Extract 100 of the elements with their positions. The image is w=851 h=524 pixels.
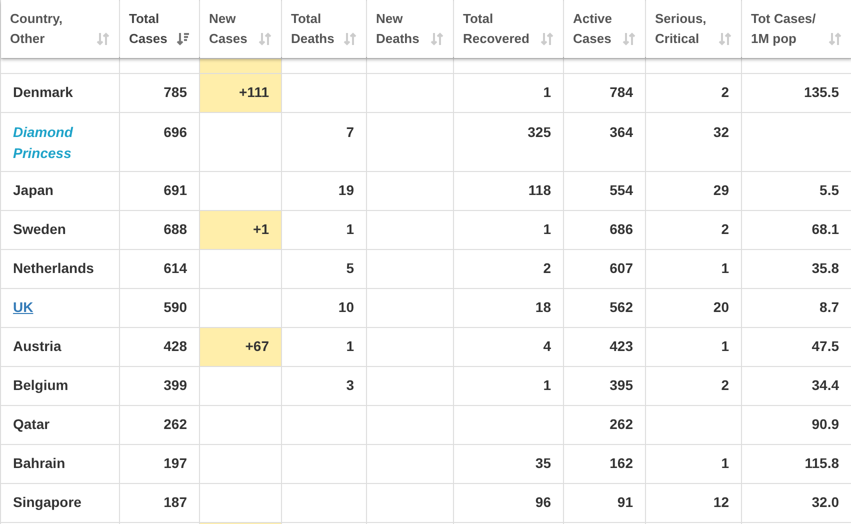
sort-icon — [96, 32, 110, 46]
header-label: New — [376, 10, 404, 28]
table-cell-value: 686 — [610, 221, 633, 237]
column-header[interactable]: Total Deaths — [282, 0, 366, 58]
table-cell-value: 364 — [610, 124, 633, 140]
table-cell-value: 197 — [164, 455, 187, 471]
table-cell-value: 162 — [610, 455, 633, 471]
table-cell-value: +111 — [239, 84, 269, 100]
table-cell-value: 35 — [535, 455, 551, 471]
table-cell-value: 90.9 — [812, 416, 839, 432]
country-name: Japan — [13, 182, 54, 198]
sort-icon — [343, 32, 357, 46]
table-cell-value: 1 — [346, 338, 354, 354]
table-cell-value: 1 — [346, 221, 354, 237]
table-cell-value: 262 — [610, 416, 633, 432]
column-header[interactable]: Total Recovered — [454, 0, 564, 58]
table-cell-value: 2 — [543, 260, 551, 276]
column-header[interactable]: Country, Other — [0, 0, 120, 58]
table-cell-value: 34.4 — [812, 377, 839, 393]
table-cell-value: 187 — [164, 494, 187, 510]
table-cell-value: 47.5 — [812, 338, 839, 354]
table-cell-value: 395 — [610, 377, 633, 393]
header-label: Active — [573, 10, 612, 28]
column-header[interactable]: Serious, Critical — [646, 0, 742, 58]
table-cell-value: 562 — [610, 299, 633, 315]
country-name: Denmark — [13, 84, 73, 100]
table-cell-value: 1 — [721, 338, 729, 354]
table-cell-value: 35.8 — [812, 260, 839, 276]
table-cell-value: 68.1 — [812, 221, 839, 237]
table-cell-value: 3 — [346, 377, 354, 393]
table-cell-value: 2 — [721, 84, 729, 100]
table-cell-value: 262 — [164, 416, 187, 432]
table-cell-value: 696 — [164, 124, 187, 140]
table-cell-value: 1 — [721, 260, 729, 276]
table-cell-value: 423 — [610, 338, 633, 354]
table-cell-value: 115.8 — [804, 455, 839, 471]
country-link[interactable]: UK — [13, 299, 34, 315]
table-cell-value: 5.5 — [820, 182, 839, 198]
table-cell-value: 325 — [528, 124, 551, 140]
table-cell-value: 1 — [543, 377, 551, 393]
table-cell-value: 590 — [164, 299, 187, 315]
sort-icon — [828, 32, 842, 46]
table-cell-value: +1 — [253, 221, 269, 237]
column-header[interactable]: Active Cases — [564, 0, 646, 58]
header-label: Tot Cases/ — [751, 10, 816, 28]
table-cell-value: 1 — [543, 221, 551, 237]
header-label: New — [209, 10, 237, 28]
country-name: Qatar — [13, 416, 50, 432]
table-cell-value: 118 — [528, 182, 551, 198]
country-name: Netherlands — [13, 260, 94, 276]
table-cell-value: 614 — [164, 260, 187, 276]
sort-icon — [430, 32, 444, 46]
country-name: Belgium — [13, 377, 68, 393]
table-cell-value: 2 — [721, 221, 729, 237]
table-cell-value: 691 — [164, 182, 187, 198]
header-label: Critical — [655, 30, 700, 48]
table-cell-value: 8.7 — [820, 299, 839, 315]
table-cell-value: 91 — [617, 494, 633, 510]
sort-icon — [258, 32, 272, 46]
table-cell-value: 19 — [338, 182, 354, 198]
header-label: Cases — [129, 30, 168, 48]
header-label: Deaths — [376, 30, 420, 48]
table-cell-value: 32.0 — [812, 494, 839, 510]
header-label: Total — [291, 10, 322, 28]
table-cell-value: 20 — [713, 299, 729, 315]
table-cell-value: 1 — [721, 455, 729, 471]
table-cell-value: 428 — [164, 338, 187, 354]
header-label: Cases — [209, 30, 248, 48]
country-name: Austria — [13, 338, 62, 354]
table-cell-value: 4 — [543, 338, 551, 354]
column-header[interactable]: New Cases — [200, 0, 282, 58]
table-cell-value: 135.5 — [804, 84, 839, 100]
country-name: Diamond Princess — [13, 122, 74, 162]
table-cell-value: 96 — [535, 494, 551, 510]
table-cell-value: 5 — [346, 260, 354, 276]
country-name: Singapore — [13, 494, 82, 510]
header-label: 1M pop — [751, 30, 798, 48]
country-name: Sweden — [13, 221, 66, 237]
country-name: Bahrain — [13, 455, 66, 471]
table-cell-value: 18 — [535, 299, 551, 315]
header-label: Total — [129, 10, 160, 28]
table-cell-value: 10 — [338, 299, 354, 315]
header-label: Total — [463, 10, 494, 28]
table-cell-value: 7 — [346, 124, 354, 140]
sort-icon — [540, 32, 554, 46]
table-cell-value: 688 — [164, 221, 187, 237]
header-label: Serious, — [655, 10, 706, 28]
sort-descending-icon — [176, 32, 190, 46]
column-header[interactable]: New Deaths — [366, 0, 454, 58]
header-label: Recovered — [463, 30, 530, 48]
column-header[interactable]: Total Cases — [120, 0, 200, 58]
table-cell-value: +67 — [245, 338, 269, 354]
table-cell-value: 32 — [713, 124, 729, 140]
table-cell-value: 399 — [164, 377, 187, 393]
table-cell-value: 785 — [164, 84, 187, 100]
sort-icon — [718, 32, 732, 46]
table-cell-value: 554 — [610, 182, 633, 198]
table-cell-value: 607 — [610, 260, 633, 276]
table-cell-value: 1 — [543, 84, 551, 100]
table-cell-value: 784 — [610, 84, 633, 100]
